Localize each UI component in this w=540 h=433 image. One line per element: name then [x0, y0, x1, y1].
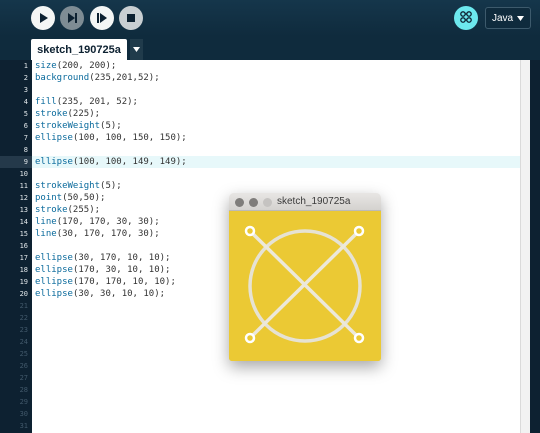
sketch-canvas[interactable]	[229, 211, 381, 361]
line-number: 17	[19, 254, 28, 262]
code-line[interactable]: strokeWeight(5);	[35, 180, 122, 192]
line-number: 19	[19, 278, 28, 286]
code-line[interactable]: ellipse(100, 100, 149, 149);	[35, 156, 187, 168]
chevron-down-icon	[133, 45, 140, 54]
line-number: 15	[19, 230, 28, 238]
step-icon	[66, 12, 78, 24]
code-line[interactable]: ellipse(170, 30, 10, 10);	[35, 264, 170, 276]
code-line[interactable]: ellipse(30, 30, 10, 10);	[35, 288, 165, 300]
tab-label: sketch_190725a	[37, 43, 121, 56]
window-minimize-button[interactable]	[249, 198, 258, 207]
line-number: 3	[23, 86, 28, 94]
code-line[interactable]: ellipse(30, 170, 10, 10);	[35, 252, 170, 264]
corner-dot-bottom-right	[353, 332, 365, 344]
line-number: 10	[19, 170, 28, 178]
debugger-icon	[459, 9, 473, 28]
stop-button[interactable]	[119, 6, 143, 30]
tab-strip: sketch_190725a	[0, 36, 540, 60]
tweak-icon	[96, 12, 108, 24]
code-line[interactable]: background(235,201,52);	[35, 72, 160, 84]
debugger-button[interactable]	[454, 6, 478, 30]
mode-selector[interactable]: Java	[485, 7, 531, 29]
line-number: 8	[23, 146, 28, 154]
code-line[interactable]: line(30, 170, 170, 30);	[35, 228, 160, 240]
line-number: 29	[19, 398, 28, 406]
line-number: 18	[19, 266, 28, 274]
window-titlebar[interactable]: sketch_190725a	[229, 193, 381, 211]
line-number: 16	[19, 242, 28, 250]
sketch-window[interactable]: sketch_190725a	[229, 193, 381, 361]
play-icon	[37, 12, 49, 24]
line-number: 27	[19, 374, 28, 382]
line-number: 25	[19, 350, 28, 358]
line-number: 20	[19, 290, 28, 298]
tweak-button[interactable]	[90, 6, 114, 30]
code-line[interactable]: ellipse(170, 170, 10, 10);	[35, 276, 176, 288]
right-edge	[530, 60, 540, 433]
window-title: sketch_190725a	[277, 196, 351, 207]
chevron-down-icon	[517, 13, 525, 24]
line-number: 24	[19, 338, 28, 346]
line-number: 13	[19, 206, 28, 214]
line-number: 30	[19, 410, 28, 418]
run-button[interactable]	[31, 6, 55, 30]
code-line[interactable]: ellipse(100, 100, 150, 150);	[35, 132, 187, 144]
tab-sketch[interactable]: sketch_190725a	[31, 39, 127, 60]
line-number: 31	[19, 422, 28, 430]
mode-label: Java	[491, 12, 514, 24]
line-number: 11	[19, 182, 28, 190]
line-number: 5	[23, 110, 28, 118]
code-line[interactable]: line(170, 170, 30, 30);	[35, 216, 160, 228]
window-close-button[interactable]	[235, 198, 244, 207]
corner-dot-top-left	[244, 225, 256, 237]
line-number: 22	[19, 314, 28, 322]
line-number: 7	[23, 134, 28, 142]
corner-dot-bottom-left	[244, 332, 256, 344]
line-number: 14	[19, 218, 28, 226]
line-number: 28	[19, 386, 28, 394]
code-line[interactable]: strokeWeight(5);	[35, 120, 122, 132]
tab-menu-button[interactable]	[130, 39, 143, 60]
code-line[interactable]: stroke(225);	[35, 108, 100, 120]
line-number: 26	[19, 362, 28, 370]
line-number: 12	[19, 194, 28, 202]
stop-icon	[126, 13, 136, 23]
line-number: 9	[23, 158, 28, 166]
toolbar: Java	[0, 0, 540, 36]
step-button[interactable]	[60, 6, 84, 30]
code-line[interactable]: size(200, 200);	[35, 60, 116, 72]
line-number: 21	[19, 302, 28, 310]
code-line[interactable]: point(50,50);	[35, 192, 105, 204]
line-number: 23	[19, 326, 28, 334]
line-number: 2	[23, 74, 28, 82]
line-number: 4	[23, 98, 28, 106]
line-number: 6	[23, 122, 28, 130]
code-line[interactable]: fill(235, 201, 52);	[35, 96, 138, 108]
window-zoom-button[interactable]	[263, 198, 272, 207]
code-line[interactable]: stroke(255);	[35, 204, 100, 216]
corner-dot-top-right	[353, 225, 365, 237]
line-number: 1	[23, 62, 28, 70]
line-number-gutter: 1 2 3 4 5 6 7 8 9 10 11 12 13 14 15 16 17 18 19 20 21 22 23 24 2…	[0, 60, 32, 433]
